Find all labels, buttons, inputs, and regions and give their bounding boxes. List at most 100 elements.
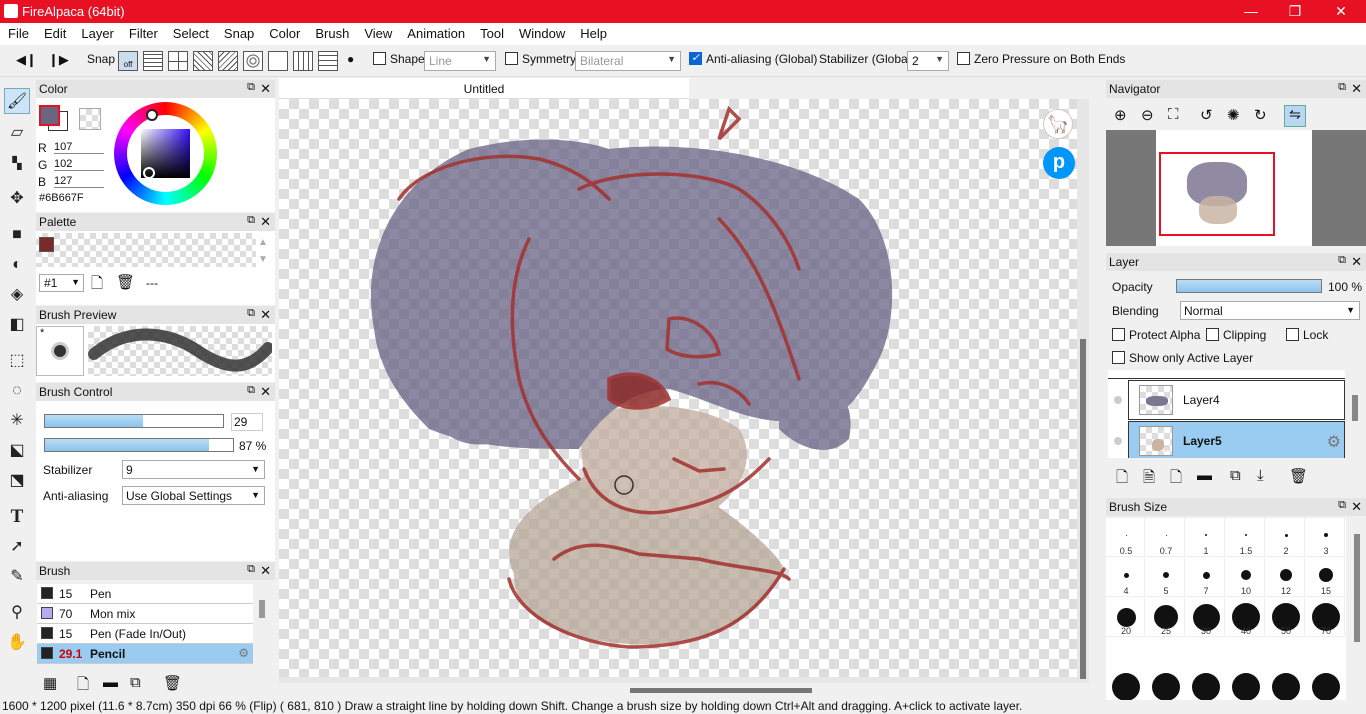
lock-checkbox[interactable]: Lock xyxy=(1286,328,1328,342)
duplicate-layer-icon[interactable]: ⧉ xyxy=(1230,467,1241,484)
menu-filter[interactable]: Filter xyxy=(121,23,165,41)
brush-size-cell[interactable]: 7 xyxy=(1186,558,1225,597)
brush-size-cell[interactable]: 15 xyxy=(1306,558,1345,597)
close-icon[interactable]: ✕ xyxy=(260,384,271,400)
layer-opacity-slider[interactable] xyxy=(1176,279,1322,293)
bucket-tool-icon[interactable]: ◈ xyxy=(4,282,30,308)
close-icon[interactable]: ✕ xyxy=(1351,81,1362,97)
navigator-viewport-rect[interactable] xyxy=(1159,152,1275,236)
visibility-icon[interactable] xyxy=(1114,437,1122,445)
new-brush-icon[interactable]: 🗋 xyxy=(77,674,89,699)
brush-item[interactable]: 15 Pen xyxy=(37,584,253,604)
brush-size-slider[interactable] xyxy=(44,414,224,428)
r-value[interactable]: 107 xyxy=(54,141,104,154)
antialias-checkbox[interactable]: Anti-aliasing (Global) xyxy=(689,51,817,66)
close-icon[interactable]: ✕ xyxy=(1351,254,1362,270)
brush-size-cell[interactable] xyxy=(1186,671,1225,700)
brush-item[interactable]: 15 Pen (Fade In/Out) xyxy=(37,624,253,644)
brush-size-cell[interactable]: 50 xyxy=(1266,598,1305,637)
new-folder-icon[interactable]: ▬ xyxy=(1197,467,1212,484)
b-value[interactable]: 127 xyxy=(54,175,104,188)
hue-wheel[interactable] xyxy=(114,102,217,205)
fill-rect-tool-icon[interactable]: ■ xyxy=(4,222,30,248)
select-tool-icon[interactable]: ⬚ xyxy=(4,348,30,374)
transparent-color-swatch[interactable] xyxy=(79,108,101,130)
layer-row[interactable] xyxy=(1108,370,1345,379)
snap-crosshair-icon[interactable] xyxy=(168,51,188,71)
gear-icon[interactable]: ⚙ xyxy=(1327,432,1341,452)
brush-tool-icon[interactable]: 🖌 xyxy=(4,88,30,114)
lasso-tool-icon[interactable]: ◌ xyxy=(4,378,30,404)
visibility-icon[interactable] xyxy=(1114,396,1122,404)
brush-size-cell[interactable]: 20 xyxy=(1106,598,1145,637)
pixiv-icon[interactable]: p xyxy=(1043,147,1075,179)
delete-palette-icon[interactable]: 🗑 xyxy=(116,273,135,291)
gear-icon[interactable]: ⚙ xyxy=(238,646,249,660)
move-tool-icon[interactable]: ✥ xyxy=(4,186,30,212)
menu-snap[interactable]: Snap xyxy=(216,23,261,41)
dot-icon[interactable]: ● xyxy=(347,52,354,66)
maximize-button[interactable]: ❐ xyxy=(1272,0,1318,23)
zoom-out-icon[interactable]: ⊖ xyxy=(1141,106,1154,124)
operation-tool-icon[interactable]: ➚ xyxy=(4,534,30,560)
canvas-hscrollbar[interactable] xyxy=(630,688,812,693)
brush-size-cell[interactable]: 30 xyxy=(1186,598,1225,637)
palette-grid[interactable] xyxy=(36,233,256,267)
symmetry-dropdown[interactable]: Bilateral ▼ xyxy=(575,51,681,71)
brush-size-value[interactable]: 29 xyxy=(231,413,263,431)
clipping-checkbox[interactable]: Clipping xyxy=(1206,328,1266,342)
canvas[interactable] xyxy=(279,99,1077,677)
blending-dropdown[interactable]: Normal ▼ xyxy=(1180,301,1360,320)
menu-file[interactable]: File xyxy=(0,23,36,41)
brush-size-cell[interactable]: 0.7 xyxy=(1146,518,1185,557)
float-icon[interactable]: ⧉ xyxy=(247,81,255,94)
rotate-right-icon[interactable]: ↻ xyxy=(1254,106,1267,124)
palette-swatch[interactable] xyxy=(39,237,54,252)
menu-animation[interactable]: Animation xyxy=(399,23,472,41)
canvas-vscrollbar[interactable] xyxy=(1080,339,1086,679)
palette-selector[interactable]: #1 ▼ xyxy=(39,274,84,292)
stabilizer-global-dropdown[interactable]: 2 ▼ xyxy=(907,51,949,71)
snap-3d-icon[interactable] xyxy=(293,51,313,71)
hue-handle[interactable] xyxy=(146,109,158,121)
hand-tool-icon[interactable]: ✋ xyxy=(4,630,30,656)
close-icon[interactable]: ✕ xyxy=(260,563,271,579)
brush-size-cell[interactable]: 1 xyxy=(1186,518,1225,557)
snap-parallel-icon[interactable] xyxy=(143,51,163,71)
float-icon[interactable]: ⧉ xyxy=(1338,499,1346,512)
brush-size-cell[interactable] xyxy=(1306,671,1345,700)
delete-brush-icon[interactable]: 🗑 xyxy=(163,674,182,692)
layer-row-selected[interactable]: Layer5 ⚙ xyxy=(1128,421,1345,458)
brush-size-cell[interactable]: 2 xyxy=(1266,518,1305,557)
new-palette-icon[interactable]: 🗋 xyxy=(91,273,103,298)
select-eraser-tool-icon[interactable]: ⬔ xyxy=(4,468,30,494)
shape-checkbox[interactable]: Shape xyxy=(373,52,425,66)
brush-size-cell[interactable]: 5 xyxy=(1146,558,1185,597)
show-active-checkbox[interactable]: Show only Active Layer xyxy=(1112,351,1253,365)
close-icon[interactable]: ✕ xyxy=(260,81,271,97)
brush-size-grid[interactable]: 0.5 0.7 1 1.5 2 3 4 5 7 10 12 15 20 25 30 40 50 70 xyxy=(1106,518,1346,700)
brush-opacity-slider[interactable] xyxy=(44,438,234,452)
sv-handle[interactable] xyxy=(143,167,155,179)
pen-tool-icon[interactable]: ✎ xyxy=(4,564,30,590)
scroll-down-icon[interactable]: ▼ xyxy=(258,254,268,265)
duplicate-brush-icon[interactable]: ⧉ xyxy=(130,674,141,691)
magic-wand-tool-icon[interactable]: ✳ xyxy=(4,408,30,434)
snap-curve-icon[interactable] xyxy=(268,51,288,71)
prev-frame-icon[interactable]: ◀❙ xyxy=(16,52,37,68)
new-layer-icon[interactable]: 🗋 xyxy=(1116,467,1128,492)
float-icon[interactable]: ⧉ xyxy=(247,307,255,320)
brush-size-cell[interactable] xyxy=(1266,671,1305,700)
float-icon[interactable]: ⧉ xyxy=(1338,254,1346,267)
float-icon[interactable]: ⧉ xyxy=(247,214,255,227)
flip-icon[interactable]: ⇋ xyxy=(1284,105,1306,127)
scroll-up-icon[interactable]: ▲ xyxy=(258,237,268,248)
brush-item[interactable]: 70 Mon mix xyxy=(37,604,253,624)
fill-shape-tool-icon[interactable]: ◐ xyxy=(4,252,30,278)
menu-brush[interactable]: Brush xyxy=(307,23,356,41)
float-icon[interactable]: ⧉ xyxy=(247,384,255,397)
brush-size-cell[interactable] xyxy=(1226,671,1265,700)
brush-size-cell[interactable]: 4 xyxy=(1106,558,1145,597)
brush-size-cell[interactable] xyxy=(1106,671,1145,700)
rotate-left-icon[interactable]: ↺ xyxy=(1200,106,1213,124)
